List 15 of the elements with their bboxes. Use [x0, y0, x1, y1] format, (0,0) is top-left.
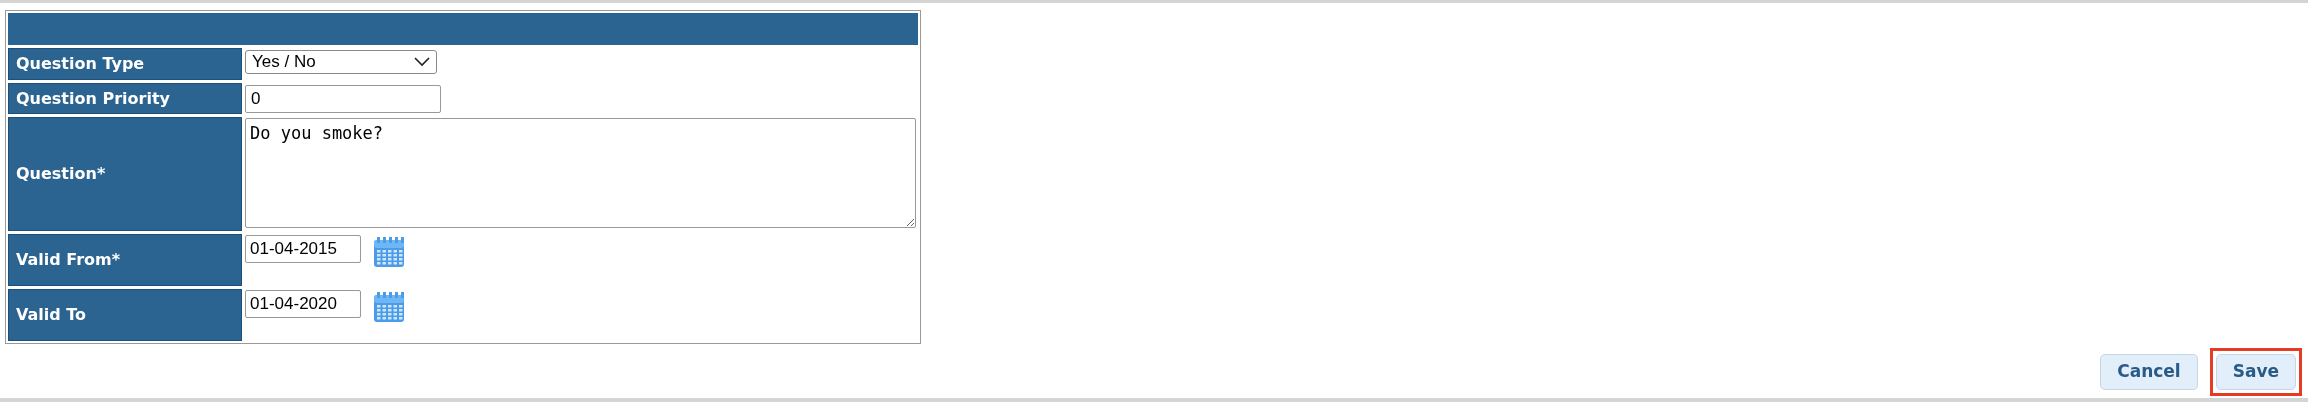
action-button[interactable]: Cancel — [2100, 354, 2198, 390]
field-label: Valid From* — [8, 234, 242, 286]
priority-input[interactable]: 0 — [245, 85, 441, 113]
date-input[interactable]: 01-04-2015 — [245, 235, 361, 263]
field-label: Question Type — [8, 48, 242, 80]
field-label: Valid To — [8, 289, 242, 341]
calendar-icon[interactable] — [372, 290, 406, 324]
chevron-down-icon — [414, 57, 430, 67]
action-button[interactable]: Save — [2215, 354, 2296, 390]
field-label: Question* — [8, 117, 242, 231]
question-type-select[interactable]: Yes / No — [245, 50, 437, 74]
question-textarea[interactable]: Do you smoke? — [245, 118, 916, 228]
date-input[interactable]: 01-04-2020 — [245, 290, 361, 318]
calendar-icon[interactable] — [372, 235, 406, 269]
field-label: Question Priority — [8, 83, 242, 114]
